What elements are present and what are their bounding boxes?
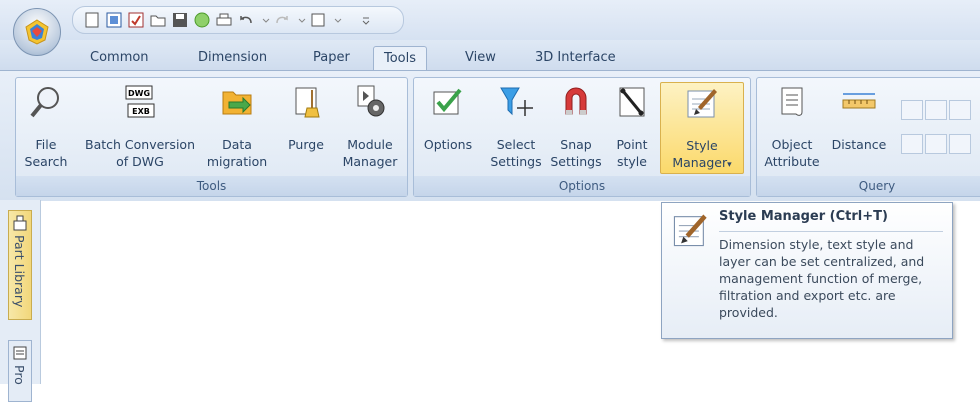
button-label: File: [35, 137, 57, 152]
button-label: Select: [496, 137, 536, 152]
options-group-label: Options: [414, 176, 750, 196]
button-label: Module: [347, 137, 393, 152]
new-drawing-icon[interactable]: [105, 11, 123, 29]
quick-access-toolbar: [72, 6, 404, 34]
button-label: Settings: [490, 154, 542, 169]
tab-common[interactable]: Common: [90, 50, 149, 65]
undo-icon[interactable]: [237, 11, 255, 29]
batch-conversion-button[interactable]: DWG EXB Batch Conversion of DWG: [76, 82, 204, 172]
part-library-label: Part Library: [12, 235, 27, 308]
tab-paper[interactable]: Paper: [313, 50, 350, 65]
measure-perimeter-icon[interactable]: [949, 100, 971, 120]
button-label: Purge: [288, 137, 324, 152]
left-sidebar: Part Library Pro: [0, 200, 41, 402]
filter-icon: [500, 87, 533, 116]
button-label: Settings: [550, 154, 602, 169]
button-label: migration: [206, 154, 268, 169]
module-manager-button[interactable]: Module Manager: [336, 82, 404, 172]
dwg-exb-icon: DWG EXB: [125, 85, 155, 118]
options-button[interactable]: Options: [418, 82, 478, 172]
button-label: Manager: [672, 155, 728, 170]
select-settings-button[interactable]: Select Settings: [486, 82, 546, 172]
broom-icon: [295, 87, 320, 118]
point-style-button[interactable]: Point style: [610, 82, 654, 172]
button-label: Attribute: [764, 154, 820, 169]
object-attribute-button[interactable]: Object Attribute: [761, 82, 823, 172]
tooltip-title: Style Manager (Ctrl+T): [719, 209, 888, 224]
data-migration-icon: [222, 91, 252, 115]
checkmark-icon: [433, 88, 462, 115]
button-label: style: [617, 154, 647, 169]
button-label: Data: [222, 137, 252, 152]
button-label: Object: [771, 137, 813, 152]
ribbon-panel: File Search DWG EXB Batch Conversion of DW…: [0, 70, 980, 201]
save-icon[interactable]: [171, 11, 189, 29]
button-label: Manager: [342, 154, 398, 169]
button-label: Point: [616, 137, 648, 152]
magnifier-icon: [30, 87, 59, 118]
measure-angle-icon[interactable]: [925, 100, 947, 120]
open-folder-icon[interactable]: [149, 11, 167, 29]
new-file-icon[interactable]: [83, 11, 101, 29]
new-template-icon[interactable]: [127, 11, 145, 29]
measure-area-icon[interactable]: [901, 100, 923, 120]
query-group: Object Attribute Distance Query: [756, 77, 980, 197]
point-icon: [619, 87, 645, 117]
distance-button[interactable]: Distance: [827, 82, 891, 172]
button-label: of DWG: [116, 154, 164, 169]
button-label: Distance: [831, 137, 887, 152]
app-logo-icon: [25, 19, 49, 45]
tools-group-label: Tools: [16, 176, 407, 196]
style-manager-tooltip: Style Manager (Ctrl+T) Dimension style, …: [661, 202, 953, 339]
snap-settings-button[interactable]: Snap Settings: [548, 82, 604, 172]
button-label: Batch Conversion: [85, 137, 195, 152]
tab-view[interactable]: View: [465, 50, 496, 65]
scroll-icon: [781, 87, 803, 116]
query-region-icon[interactable]: [925, 134, 947, 154]
tab-3d-interface[interactable]: 3D Interface: [535, 50, 616, 65]
part-library-tab[interactable]: Part Library: [8, 210, 32, 320]
properties-tab[interactable]: Pro: [8, 340, 32, 402]
part-library-icon: [13, 215, 27, 231]
file-search-button[interactable]: File Search: [16, 82, 76, 172]
style-manager-button[interactable]: Style Manager▾: [660, 82, 744, 174]
window-icon[interactable]: [309, 11, 327, 29]
button-label: Snap: [560, 137, 592, 152]
dwg-badge: DWG: [128, 89, 150, 98]
dropdown-arrow-icon[interactable]: ▾: [727, 160, 732, 170]
properties-icon: [13, 346, 27, 360]
properties-label: Pro: [12, 365, 27, 385]
redo-icon[interactable]: [273, 11, 291, 29]
application-menu-button[interactable]: [13, 8, 61, 56]
tooltip-divider: [719, 231, 943, 232]
customize-toolbar-icon[interactable]: [357, 11, 375, 29]
query-shape-icon[interactable]: [901, 134, 923, 154]
print-preview-icon[interactable]: [193, 11, 211, 29]
magnet-icon: [565, 87, 587, 115]
button-label: Style: [686, 138, 718, 153]
button-label: Search: [24, 154, 68, 169]
tooltip-body: Dimension style, text style and layer ca…: [719, 237, 925, 320]
style-manager-icon: [673, 214, 707, 247]
tab-dimension[interactable]: Dimension: [198, 50, 267, 65]
query-group-label: Query: [757, 176, 980, 196]
data-migration-button[interactable]: Data migration: [206, 82, 268, 172]
options-group: Options Select Settings Snap Settings Po…: [413, 77, 751, 197]
query-mass-icon[interactable]: [949, 134, 971, 154]
tools-group: File Search DWG EXB Batch Conversion of DW…: [15, 77, 408, 197]
exb-badge: EXB: [132, 107, 150, 116]
ribbon-tab-bar: Common Dimension Paper Tools View 3D Int…: [0, 40, 980, 75]
ruler-icon: [842, 93, 876, 109]
chevron-down-icon[interactable]: [329, 11, 347, 29]
purge-button[interactable]: Purge: [278, 82, 334, 172]
print-icon[interactable]: [215, 11, 233, 29]
style-manager-icon: [687, 89, 717, 118]
button-label: Options: [423, 137, 473, 152]
gear-icon: [357, 85, 385, 117]
